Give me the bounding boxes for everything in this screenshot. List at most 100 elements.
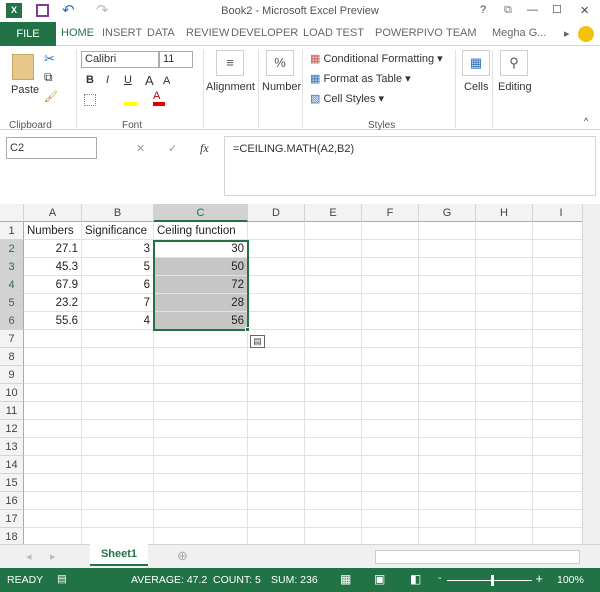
fill-color-icon[interactable] — [124, 92, 137, 106]
name-box[interactable]: C2 — [6, 137, 97, 159]
cell[interactable] — [248, 294, 305, 312]
tab-data[interactable]: DATA — [147, 27, 175, 39]
cell[interactable] — [24, 366, 82, 384]
column-header-d[interactable]: D — [248, 204, 305, 222]
data-cell[interactable]: 67.9 — [24, 276, 82, 294]
sheet-tab-sheet1[interactable]: Sheet1 — [90, 544, 148, 566]
data-cell[interactable]: 6 — [82, 276, 154, 294]
cell[interactable] — [476, 312, 533, 330]
cell[interactable] — [419, 240, 476, 258]
smiley-feedback-icon[interactable] — [578, 26, 594, 42]
cell[interactable] — [305, 276, 362, 294]
cell[interactable] — [248, 222, 305, 240]
user-account[interactable]: Megha G... — [492, 27, 546, 39]
cell[interactable] — [362, 474, 419, 492]
row-header-15[interactable]: 15 — [0, 474, 24, 492]
cell[interactable] — [476, 294, 533, 312]
italic-button[interactable]: I — [106, 74, 109, 86]
select-all-corner[interactable] — [0, 204, 24, 222]
cell[interactable] — [305, 474, 362, 492]
cell[interactable] — [362, 330, 419, 348]
insert-function-icon[interactable]: fx — [200, 141, 209, 156]
cell[interactable] — [362, 438, 419, 456]
cell[interactable] — [476, 456, 533, 474]
cell[interactable] — [248, 276, 305, 294]
column-header-e[interactable]: E — [305, 204, 362, 222]
cell[interactable] — [248, 348, 305, 366]
page-layout-view-icon[interactable]: ▣ — [374, 572, 385, 586]
cell[interactable] — [476, 402, 533, 420]
cell[interactable] — [82, 420, 154, 438]
cell[interactable] — [154, 474, 248, 492]
prev-sheet-icon[interactable]: ◂ — [26, 550, 32, 563]
format-painter-icon[interactable]: 🖌 — [44, 90, 58, 103]
bold-button[interactable]: B — [86, 74, 94, 86]
row-header-10[interactable]: 10 — [0, 384, 24, 402]
cell[interactable] — [305, 348, 362, 366]
cell[interactable] — [154, 348, 248, 366]
cells-button[interactable]: Cells — [464, 81, 488, 93]
column-header-g[interactable]: G — [419, 204, 476, 222]
cell[interactable] — [362, 240, 419, 258]
cell[interactable] — [305, 294, 362, 312]
number-button[interactable]: Number — [262, 81, 301, 93]
cell[interactable] — [154, 330, 248, 348]
cell[interactable] — [248, 312, 305, 330]
cell[interactable] — [248, 474, 305, 492]
quick-analysis-icon[interactable]: ▤ — [250, 335, 265, 348]
cell[interactable] — [82, 456, 154, 474]
cell[interactable] — [305, 312, 362, 330]
cell[interactable] — [248, 438, 305, 456]
cell[interactable] — [154, 420, 248, 438]
tab-developer[interactable]: DEVELOPER — [231, 27, 298, 39]
tab-load-test[interactable]: LOAD TEST — [303, 27, 364, 39]
cell[interactable] — [24, 330, 82, 348]
cell[interactable] — [419, 384, 476, 402]
cell[interactable] — [419, 438, 476, 456]
data-cell[interactable]: 4 — [82, 312, 154, 330]
header-cell[interactable]: Numbers — [24, 222, 82, 240]
cell[interactable] — [24, 456, 82, 474]
cell[interactable] — [305, 240, 362, 258]
row-header-16[interactable]: 16 — [0, 492, 24, 510]
cell[interactable] — [476, 276, 533, 294]
cell[interactable] — [476, 438, 533, 456]
vertical-scrollbar[interactable] — [582, 204, 600, 544]
data-cell[interactable]: 27.1 — [24, 240, 82, 258]
scroll-tabs-right-icon[interactable]: ▸ — [564, 27, 570, 40]
cell[interactable] — [24, 420, 82, 438]
underline-button[interactable]: U — [124, 74, 132, 86]
enter-icon[interactable]: ✓ — [168, 142, 177, 155]
cell[interactable] — [24, 510, 82, 528]
cell[interactable] — [419, 420, 476, 438]
cell[interactable] — [362, 402, 419, 420]
alignment-button[interactable]: Alignment — [206, 81, 255, 93]
cell[interactable] — [248, 366, 305, 384]
cell[interactable] — [419, 276, 476, 294]
cell[interactable] — [362, 366, 419, 384]
tab-insert[interactable]: INSERT — [102, 27, 142, 39]
find-binoculars-icon[interactable]: ⚲ — [500, 50, 528, 76]
zoom-slider[interactable]: - + — [438, 571, 543, 586]
row-header-11[interactable]: 11 — [0, 402, 24, 420]
copy-icon[interactable]: ⧉ — [44, 70, 53, 85]
cell[interactable] — [476, 348, 533, 366]
row-header-17[interactable]: 17 — [0, 510, 24, 528]
column-header-b[interactable]: B — [82, 204, 154, 222]
cell[interactable] — [154, 384, 248, 402]
cell[interactable] — [305, 438, 362, 456]
cell[interactable] — [419, 510, 476, 528]
cell[interactable] — [154, 492, 248, 510]
cell[interactable] — [419, 222, 476, 240]
cell[interactable] — [82, 348, 154, 366]
paste-button[interactable]: Paste — [11, 84, 39, 96]
cancel-icon[interactable]: ✕ — [136, 142, 145, 155]
cell[interactable] — [24, 474, 82, 492]
cell[interactable] — [82, 492, 154, 510]
row-header-1[interactable]: 1 — [0, 222, 24, 240]
cell[interactable] — [82, 510, 154, 528]
cell[interactable] — [476, 240, 533, 258]
cut-icon[interactable]: ✂ — [44, 51, 55, 67]
format-as-table-button[interactable]: ▦ Format as Table ▾ — [310, 72, 411, 85]
cell[interactable] — [248, 240, 305, 258]
